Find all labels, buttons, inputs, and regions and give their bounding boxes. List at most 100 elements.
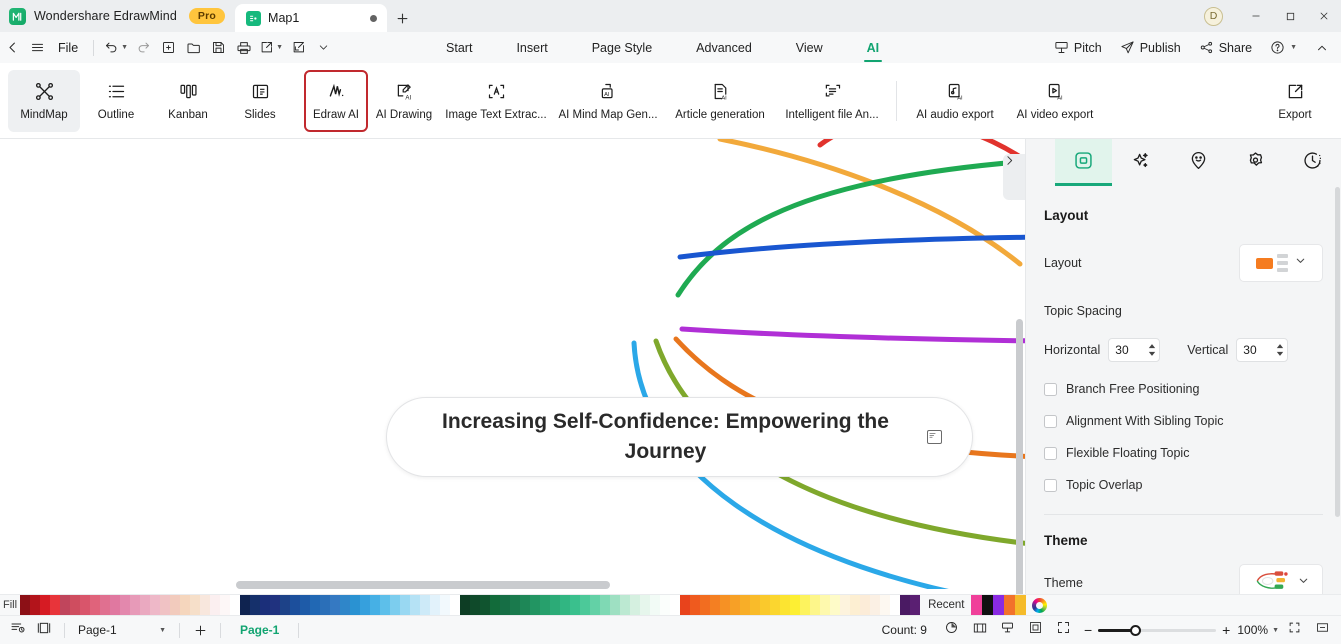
page-select-caret[interactable]: ▼: [159, 627, 166, 634]
new-document-button[interactable]: [156, 35, 181, 61]
color-swatch[interactable]: [600, 595, 611, 615]
canvas-horizontal-scrollbar[interactable]: [236, 581, 610, 589]
quickbar-more-button[interactable]: [311, 35, 336, 61]
export-button[interactable]: Export: [1259, 70, 1331, 132]
horizontal-input[interactable]: [1115, 343, 1144, 357]
color-swatch[interactable]: [190, 595, 201, 615]
outline-view-button[interactable]: [5, 618, 31, 642]
chevron-down-icon[interactable]: [1294, 254, 1307, 272]
horizontal-stepper[interactable]: [1108, 338, 1161, 362]
color-swatch[interactable]: [770, 595, 781, 615]
color-swatch[interactable]: [290, 595, 301, 615]
ribbon-image-text-extract-button[interactable]: Image Text Extrac...: [440, 70, 552, 132]
fit-view-button[interactable]: [1023, 618, 1049, 642]
color-swatch[interactable]: [210, 595, 221, 615]
note-icon[interactable]: [927, 430, 942, 444]
color-swatch[interactable]: [740, 595, 751, 615]
book-view-button[interactable]: [967, 618, 993, 642]
color-swatch[interactable]: [400, 595, 411, 615]
save-button[interactable]: [206, 35, 231, 61]
color-swatches[interactable]: [20, 595, 921, 615]
color-swatch[interactable]: [90, 595, 101, 615]
color-swatch[interactable]: [800, 595, 811, 615]
color-swatch[interactable]: [890, 595, 901, 615]
branch-free-positioning-checkbox[interactable]: [1044, 382, 1057, 396]
import-button[interactable]: [286, 35, 311, 61]
tab-insert[interactable]: Insert: [494, 32, 569, 63]
avatar[interactable]: D: [1204, 6, 1223, 26]
color-swatch[interactable]: [30, 595, 41, 615]
color-swatch[interactable]: [490, 595, 501, 615]
color-swatch[interactable]: [110, 595, 121, 615]
close-button[interactable]: [1307, 0, 1341, 32]
color-swatch[interactable]: [610, 595, 621, 615]
color-swatch[interactable]: [270, 595, 281, 615]
color-swatch[interactable]: [470, 595, 481, 615]
theme-select[interactable]: [1239, 564, 1323, 594]
split-view-button[interactable]: [1309, 618, 1335, 642]
zoom-control[interactable]: − +: [1084, 622, 1230, 638]
color-swatch[interactable]: [460, 595, 471, 615]
color-swatch[interactable]: [650, 595, 661, 615]
ribbon-intelligent-file-analysis-button[interactable]: Intelligent file An...: [776, 70, 888, 132]
tab-start[interactable]: Start: [424, 32, 494, 63]
color-swatch[interactable]: [180, 595, 191, 615]
color-swatch[interactable]: [840, 595, 851, 615]
ribbon-ai-mindmap-gen-button[interactable]: AI AI Mind Map Gen...: [552, 70, 664, 132]
mindmap-canvas[interactable]: Increasing Self-Confidence: Empowering t…: [0, 139, 1025, 594]
color-swatch[interactable]: [690, 595, 701, 615]
alignment-sibling-topic-checkbox[interactable]: [1044, 414, 1057, 428]
flexible-floating-topic-checkbox[interactable]: [1044, 446, 1057, 460]
file-menu-button[interactable]: File: [50, 41, 86, 55]
color-swatch[interactable]: [320, 595, 331, 615]
zoom-slider-knob[interactable]: [1130, 624, 1142, 636]
canvas-vertical-scrollbar[interactable]: [1016, 319, 1023, 594]
color-swatch[interactable]: [810, 595, 821, 615]
ribbon-ai-video-export-button[interactable]: AI AI video export: [1005, 70, 1105, 132]
color-swatch[interactable]: [820, 595, 831, 615]
zoom-out-button[interactable]: −: [1084, 622, 1092, 638]
ribbon-slides-button[interactable]: Slides: [224, 70, 296, 132]
color-swatch[interactable]: [340, 595, 351, 615]
color-swatch[interactable]: [640, 595, 651, 615]
color-swatch[interactable]: [120, 595, 131, 615]
color-swatch[interactable]: [300, 595, 311, 615]
pie-view-button[interactable]: [939, 618, 965, 642]
color-swatch[interactable]: [440, 595, 451, 615]
color-swatch[interactable]: [50, 595, 61, 615]
color-swatch[interactable]: [780, 595, 791, 615]
color-swatch[interactable]: [390, 595, 401, 615]
color-swatch[interactable]: [330, 595, 341, 615]
color-swatch[interactable]: [410, 595, 421, 615]
color-swatch[interactable]: [730, 595, 741, 615]
color-swatch[interactable]: [150, 595, 161, 615]
ribbon-kanban-button[interactable]: Kanban: [152, 70, 224, 132]
color-swatch[interactable]: [160, 595, 171, 615]
history-tab[interactable]: [1284, 139, 1341, 186]
color-swatch[interactable]: [580, 595, 591, 615]
panel-toggle-button[interactable]: [1003, 154, 1025, 200]
color-swatch[interactable]: [380, 595, 391, 615]
color-swatch[interactable]: [870, 595, 881, 615]
color-swatch[interactable]: [680, 595, 691, 615]
recent-color-swatch[interactable]: [1003, 595, 1015, 615]
layout-tab[interactable]: [1055, 139, 1113, 186]
color-swatch[interactable]: [260, 595, 271, 615]
layout-select[interactable]: [1239, 244, 1323, 282]
ribbon-ai-drawing-button[interactable]: AI AI Drawing: [368, 70, 440, 132]
color-swatch[interactable]: [430, 595, 441, 615]
export-dropdown-caret[interactable]: ▼: [276, 44, 283, 51]
color-swatch[interactable]: [480, 595, 491, 615]
vertical-stepper-arrows[interactable]: [1276, 344, 1284, 356]
fit-page-button[interactable]: [1281, 618, 1307, 642]
color-swatch[interactable]: [620, 595, 631, 615]
color-swatch[interactable]: [140, 595, 151, 615]
recent-color-swatch[interactable]: [981, 595, 993, 615]
right-panel-scrollbar[interactable]: [1335, 187, 1340, 517]
chevron-down-icon[interactable]: [1297, 574, 1310, 592]
color-swatch[interactable]: [670, 595, 681, 615]
undo-button[interactable]: ▼: [101, 35, 131, 61]
redo-button[interactable]: [131, 35, 156, 61]
horizontal-stepper-arrows[interactable]: [1148, 344, 1156, 356]
color-swatch[interactable]: [250, 595, 261, 615]
